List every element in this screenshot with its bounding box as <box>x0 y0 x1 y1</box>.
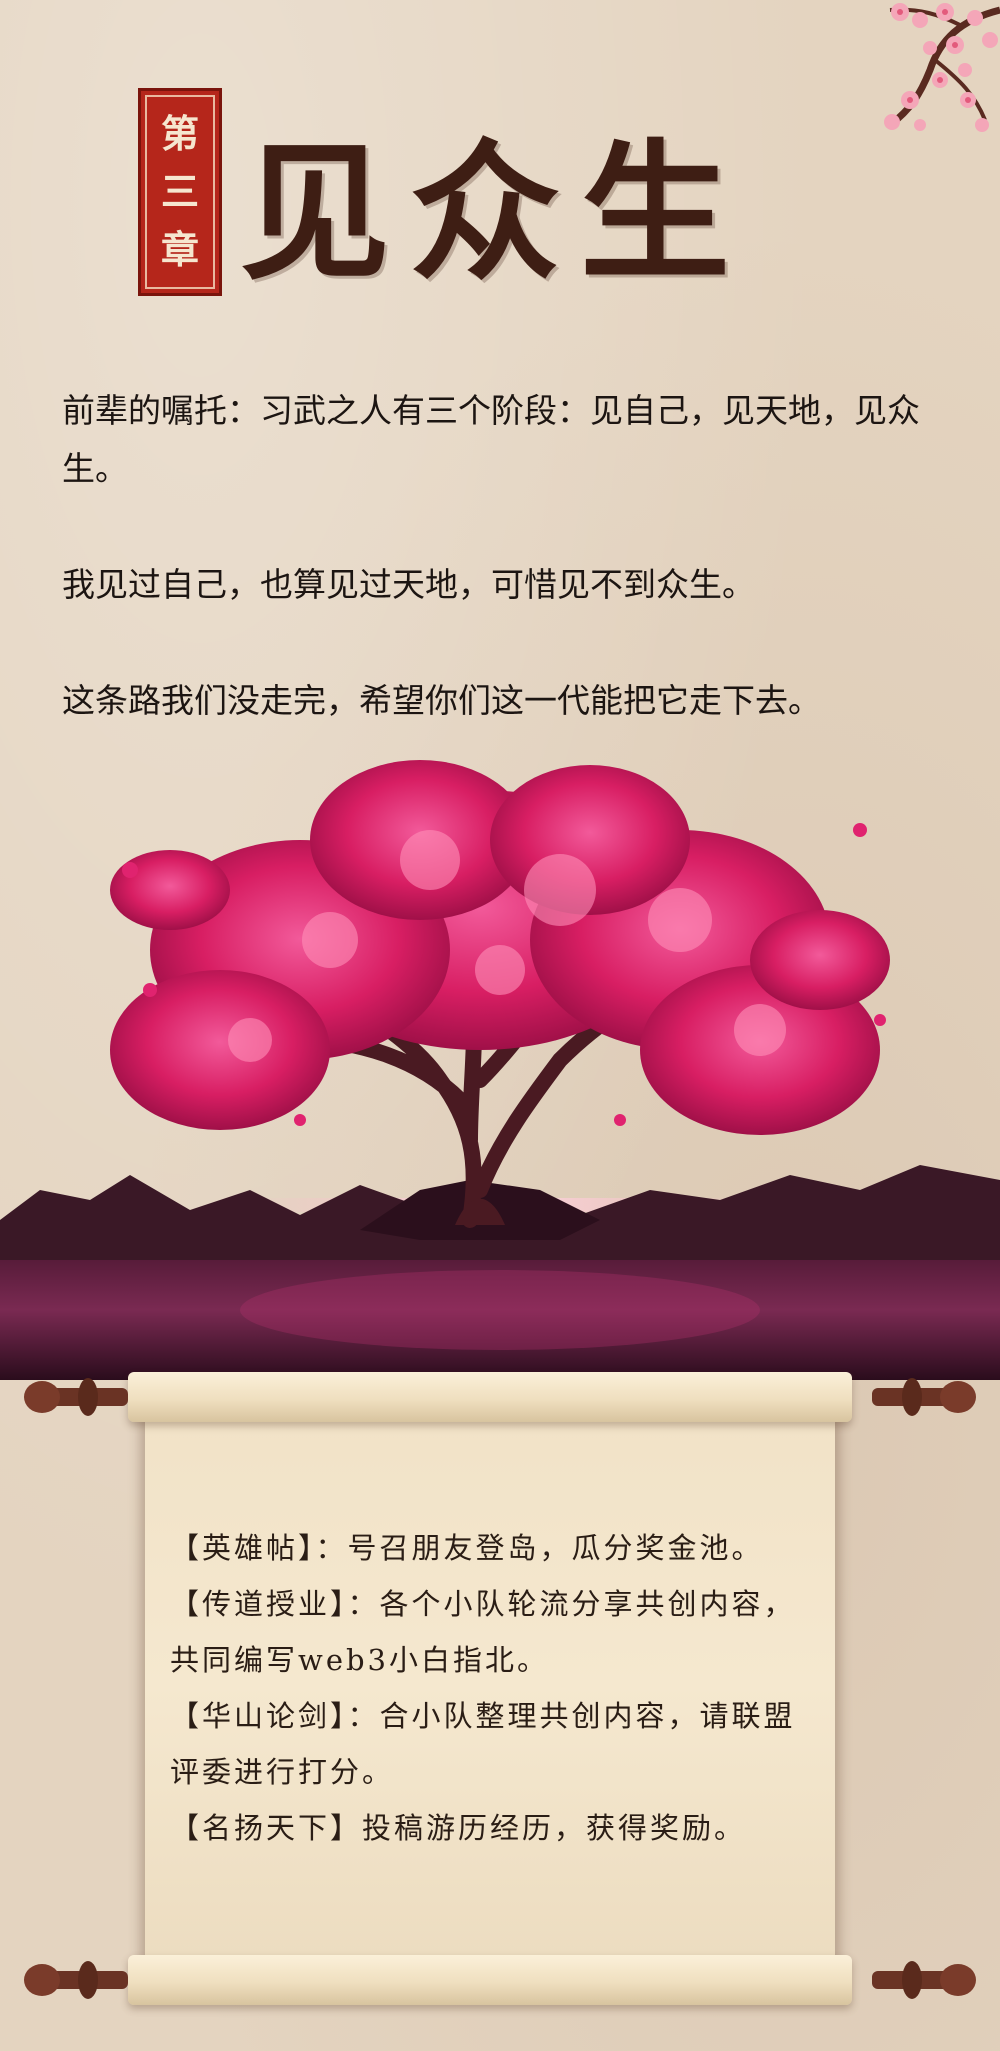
intro-paragraph: 我见过自己，也算见过天地，可惜见不到众生。 <box>62 565 755 604</box>
scroll-knob-icon <box>24 1378 128 1416</box>
scroll-knob-icon <box>872 1961 976 1999</box>
scroll-item: 【传道授业】：各个小队轮流分享共创内容，共同编写web3小白指北。 <box>170 1587 796 1677</box>
chapter-title: 见众生 <box>240 124 751 301</box>
scroll-item: 【华山论剑】：合小队整理共创内容，请联盟评委进行打分。 <box>170 1699 796 1789</box>
scroll-bottom-roller <box>128 1955 852 2005</box>
chapter-char-1: 第 <box>160 111 199 156</box>
chapter-char-2: 三 <box>160 169 199 214</box>
cherry-blossom-tree-illustration <box>0 760 1000 1380</box>
scroll-knob-icon <box>24 1961 128 1999</box>
scroll-top-roller <box>128 1372 852 1422</box>
intro-paragraph: 前辈的嘱托：习武之人有三个阶段：见自己，见天地，见众生。 <box>62 391 920 488</box>
scroll-item: 【名扬天下】投稿游历经历，获得奖励。 <box>170 1811 747 1845</box>
scroll-knob-icon <box>872 1378 976 1416</box>
chapter-char-3: 章 <box>160 227 199 272</box>
chapter-seal: 第 三 章 <box>138 88 222 296</box>
scroll-content: 【英雄帖】：号召朋友登岛，瓜分奖金池。 【传道授业】：各个小队轮流分享共创内容，… <box>170 1520 810 1856</box>
scroll-item: 【英雄帖】：号召朋友登岛，瓜分奖金池。 <box>170 1531 764 1565</box>
